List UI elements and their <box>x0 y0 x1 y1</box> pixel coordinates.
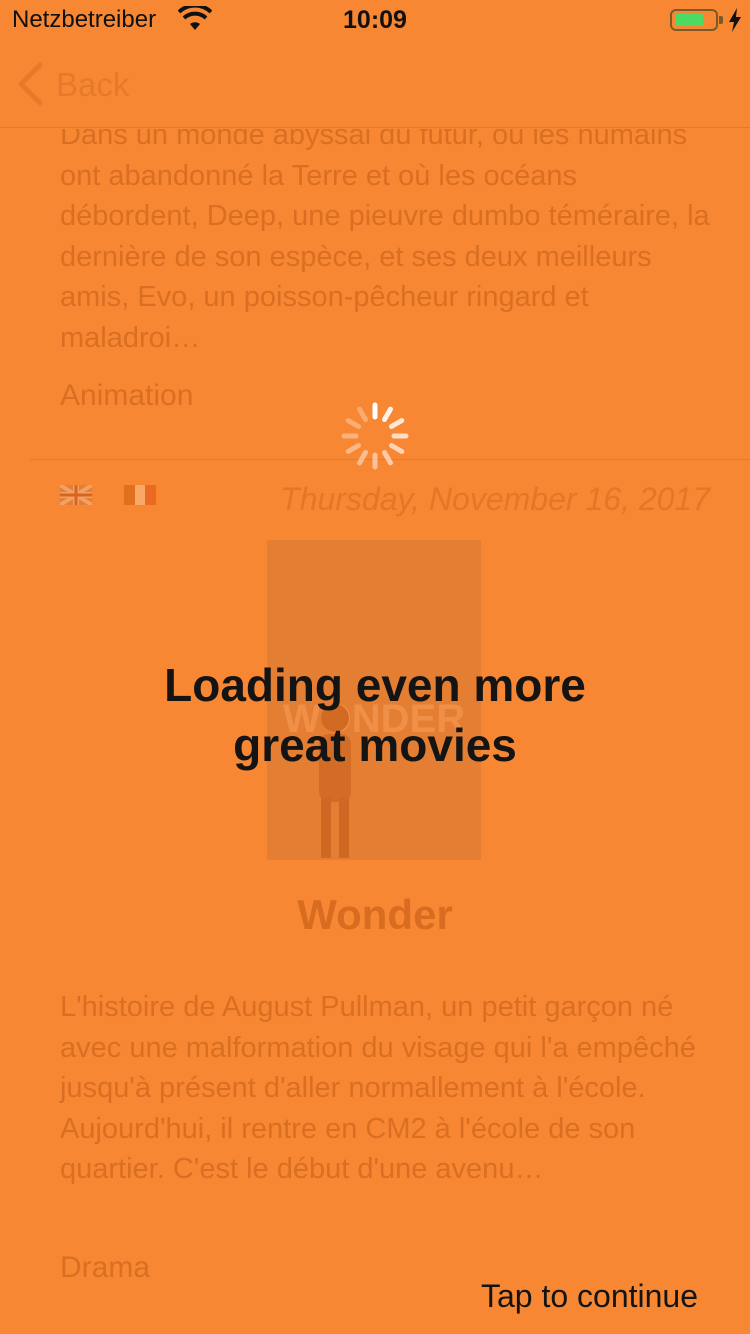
navigation-bar: Back <box>0 40 750 128</box>
battery-level <box>675 14 703 26</box>
movie-synopsis: Dans un monde abyssal du futur, où les h… <box>60 129 710 354</box>
movie-title: Wonder <box>297 891 453 938</box>
tap-to-continue-button[interactable]: Tap to continue <box>481 1278 698 1315</box>
uk-flag-icon <box>60 485 92 505</box>
france-flag-icon <box>124 485 156 505</box>
movie-genre: Animation <box>60 379 194 412</box>
battery-cap <box>719 16 723 24</box>
charging-bolt-icon <box>729 8 741 32</box>
flag-band <box>134 485 146 505</box>
movie-genre: Drama <box>60 1251 151 1284</box>
movie-synopsis: L'histoire de August Pullman, un petit g… <box>60 991 696 1185</box>
loading-message: Loading even more great movies <box>164 659 586 771</box>
activity-spinner-icon <box>341 402 409 470</box>
release-date: Thursday, November 16, 2017 <box>280 481 710 517</box>
clock: 10:09 <box>343 6 407 34</box>
back-button[interactable]: Back <box>56 66 129 104</box>
status-bar: Netzbetreiber 10:09 <box>0 0 750 40</box>
flag-band <box>145 485 156 505</box>
flag-band <box>124 485 135 505</box>
chevron-left-icon[interactable] <box>16 62 44 106</box>
battery-icon <box>670 9 718 31</box>
